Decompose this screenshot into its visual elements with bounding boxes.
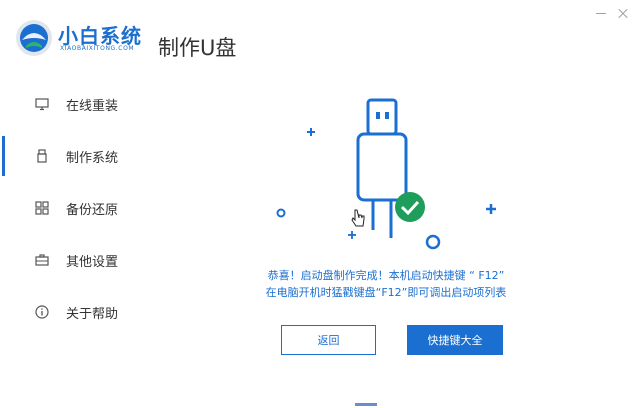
- decor-plus-icon: [307, 128, 315, 136]
- sidebar-item-label: 关于帮助: [66, 306, 119, 322]
- sidebar-item-label: 在线重装: [66, 98, 119, 114]
- close-button[interactable]: [616, 6, 630, 20]
- boot-hint-message: 在电脑开机时猛戳键盘“F12”即可调出启动项列表: [265, 286, 507, 299]
- page-title: 制作U盘: [158, 36, 237, 60]
- grid-icon: [35, 201, 49, 215]
- usb-success-illustration: [270, 90, 510, 260]
- sidebar-item-other-settings[interactable]: 其他设置: [0, 240, 140, 280]
- info-icon: [35, 305, 49, 319]
- sidebar-item-label: 备份还原: [66, 202, 119, 218]
- success-message: 恭喜！启动盘制作完成！本机启动快捷键 “ F12”: [267, 269, 505, 282]
- sidebar-item-make-system[interactable]: 制作系统: [0, 136, 140, 176]
- sidebar-item-about-help[interactable]: 关于帮助: [0, 292, 140, 332]
- app-window: 小白系统 XIAOBAIXITONG.COM 制作U盘 在线重装 制作系统 备份…: [0, 0, 640, 408]
- sidebar-active-indicator: [2, 136, 5, 176]
- brand-subtitle: XIAOBAIXITONG.COM: [60, 45, 135, 52]
- hotkey-list-button[interactable]: 快捷键大全: [407, 325, 503, 355]
- sidebar-item-backup-restore[interactable]: 备份还原: [0, 188, 140, 228]
- monitor-icon: [35, 97, 49, 111]
- brand-logo-icon: [14, 18, 54, 58]
- sidebar-item-label: 制作系统: [66, 150, 119, 166]
- bottom-accent-bar: [355, 403, 377, 406]
- briefcase-icon: [35, 253, 49, 267]
- back-button[interactable]: 返回: [281, 325, 376, 355]
- usb-icon: [35, 149, 49, 163]
- minimize-button[interactable]: [594, 6, 608, 20]
- sidebar-item-online-reinstall[interactable]: 在线重装: [0, 84, 140, 124]
- sidebar-item-label: 其他设置: [66, 254, 119, 270]
- sidebar: 在线重装 制作系统 备份还原 其他设置 关于帮助: [0, 78, 140, 338]
